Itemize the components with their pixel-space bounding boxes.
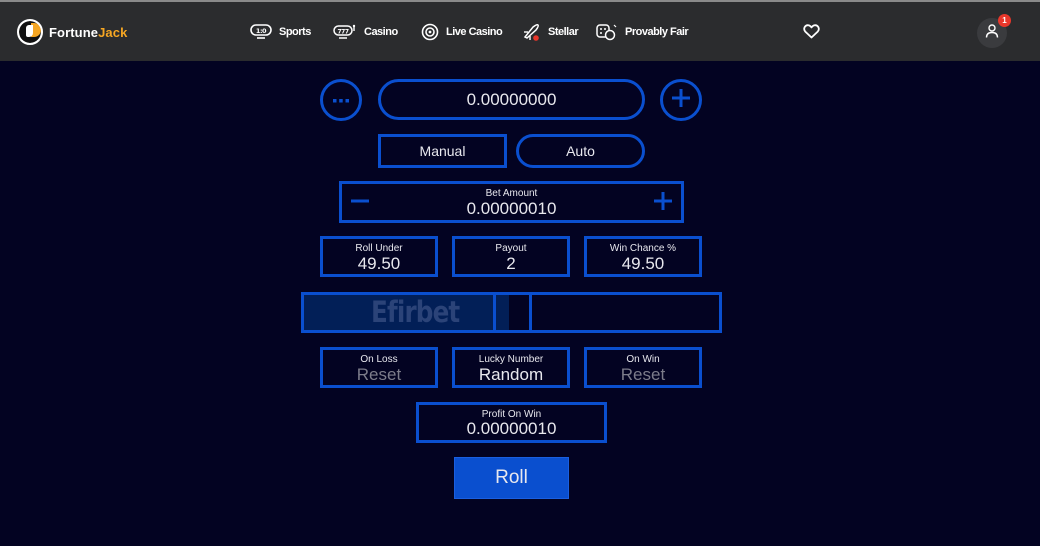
notification-badge: 1: [998, 14, 1011, 27]
nav-casino-label: Casino: [364, 26, 398, 38]
profit-on-win-field: Profit On Win 0.00000010: [416, 402, 607, 443]
roll-under-label: Roll Under: [355, 243, 403, 254]
nav-live-casino-label: Live Casino: [446, 26, 503, 38]
roll-under-value[interactable]: 49.50: [323, 254, 435, 274]
svg-text:777: 777: [337, 29, 348, 36]
brand-name: FortuneJack: [49, 25, 127, 40]
nav-sports-label: Sports: [279, 26, 311, 38]
nav-live-casino[interactable]: Live Casino: [421, 22, 503, 42]
on-loss-field[interactable]: On Loss Reset: [320, 347, 438, 388]
on-win-value[interactable]: Reset: [587, 365, 699, 385]
tab-manual[interactable]: Manual: [378, 134, 507, 168]
nav-casino[interactable]: 777 Casino: [333, 22, 398, 42]
nav-sports[interactable]: 1:0 Sports: [250, 22, 311, 42]
more-dots-icon: [332, 91, 350, 109]
bet-amount-value[interactable]: 0.00000010: [342, 199, 681, 219]
payout-label: Payout: [495, 243, 527, 254]
brand-name-jack: Jack: [98, 24, 128, 40]
slider-handle[interactable]: [529, 295, 532, 330]
bet-amount-field[interactable]: Bet Amount 0.00000010: [339, 181, 684, 223]
heart-icon: [803, 24, 820, 43]
balance-display: 0.00000000: [378, 79, 645, 120]
win-chance-value[interactable]: 49.50: [587, 254, 699, 274]
on-win-label: On Win: [626, 354, 660, 365]
payout-field[interactable]: Payout 2: [452, 236, 570, 277]
rocket-icon: [521, 23, 541, 41]
fortunejack-logo-icon: [17, 19, 43, 45]
nav-provably-fair[interactable]: Provably Fair: [596, 22, 689, 42]
nav-provably-fair-label: Provably Fair: [625, 26, 689, 38]
decrease-bet-button[interactable]: [350, 190, 370, 217]
favorites-button[interactable]: [803, 24, 820, 44]
increase-bet-button[interactable]: [653, 190, 673, 217]
slider-divider: [493, 295, 496, 330]
minus-icon: [350, 199, 370, 216]
more-options-button[interactable]: [320, 79, 362, 121]
slot-777-icon: 777: [333, 24, 357, 40]
target-icon: [421, 23, 439, 41]
deposit-button[interactable]: [660, 79, 702, 121]
roll-button[interactable]: Roll: [454, 457, 569, 499]
on-loss-value[interactable]: Reset: [323, 365, 435, 385]
lucky-number-label: Lucky Number: [478, 354, 544, 365]
scoreboard-icon: 1:0: [250, 24, 272, 40]
profit-on-win-value: 0.00000010: [466, 419, 557, 438]
roll-under-field[interactable]: Roll Under 49.50: [320, 236, 438, 277]
brand-logo[interactable]: FortuneJack: [17, 19, 127, 45]
brand-name-fortune: Fortune: [49, 24, 99, 40]
user-icon: [985, 23, 999, 43]
win-chance-label: Win Chance %: [609, 243, 677, 254]
nav-stellar[interactable]: Stellar: [521, 22, 579, 42]
efirbet-watermark: Efirbet: [371, 295, 460, 329]
lucky-number-value[interactable]: Random: [455, 365, 567, 385]
svg-text:1:0: 1:0: [256, 27, 267, 35]
plus-icon: [671, 88, 691, 113]
nav-stellar-label: Stellar: [548, 26, 579, 38]
top-navigation-bar: FortuneJack 1:0 Sports 777 Casino Live C…: [0, 2, 1040, 61]
on-win-field[interactable]: On Win Reset: [584, 347, 702, 388]
tab-auto[interactable]: Auto: [516, 134, 645, 168]
dice-icon: [596, 23, 618, 41]
roll-slider[interactable]: Efirbet: [301, 292, 722, 333]
lucky-number-field[interactable]: Lucky Number Random: [452, 347, 570, 388]
plus-icon: [653, 192, 673, 216]
win-chance-field[interactable]: Win Chance % 49.50: [584, 236, 702, 277]
payout-value[interactable]: 2: [455, 254, 567, 274]
bet-amount-label: Bet Amount: [485, 188, 538, 199]
on-loss-label: On Loss: [360, 354, 398, 365]
